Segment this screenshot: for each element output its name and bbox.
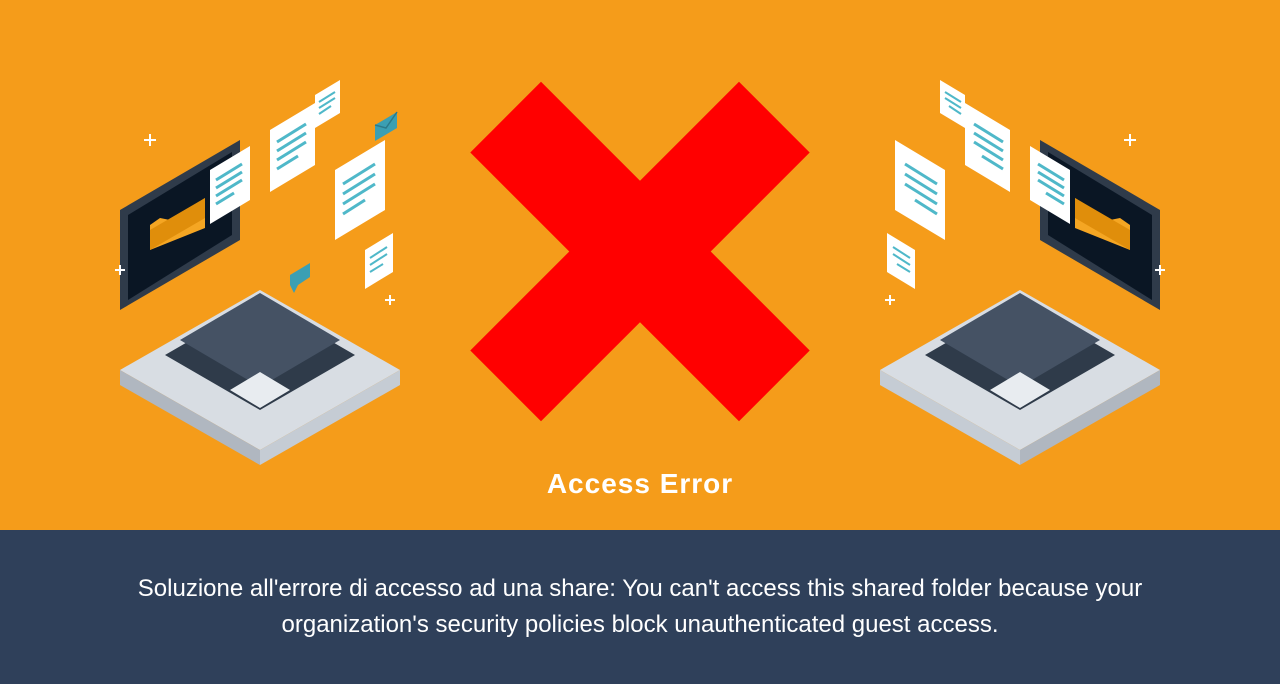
hero-banner: Access Error xyxy=(0,0,1280,530)
error-cross-icon xyxy=(450,62,830,447)
hero-title: Access Error xyxy=(547,468,733,500)
caption-bar: Soluzione all'errore di accesso ad una s… xyxy=(0,530,1280,684)
laptop-files-left-illustration xyxy=(90,70,410,475)
laptop-files-right-illustration xyxy=(870,70,1190,475)
caption-text: Soluzione all'errore di accesso ad una s… xyxy=(65,571,1215,643)
